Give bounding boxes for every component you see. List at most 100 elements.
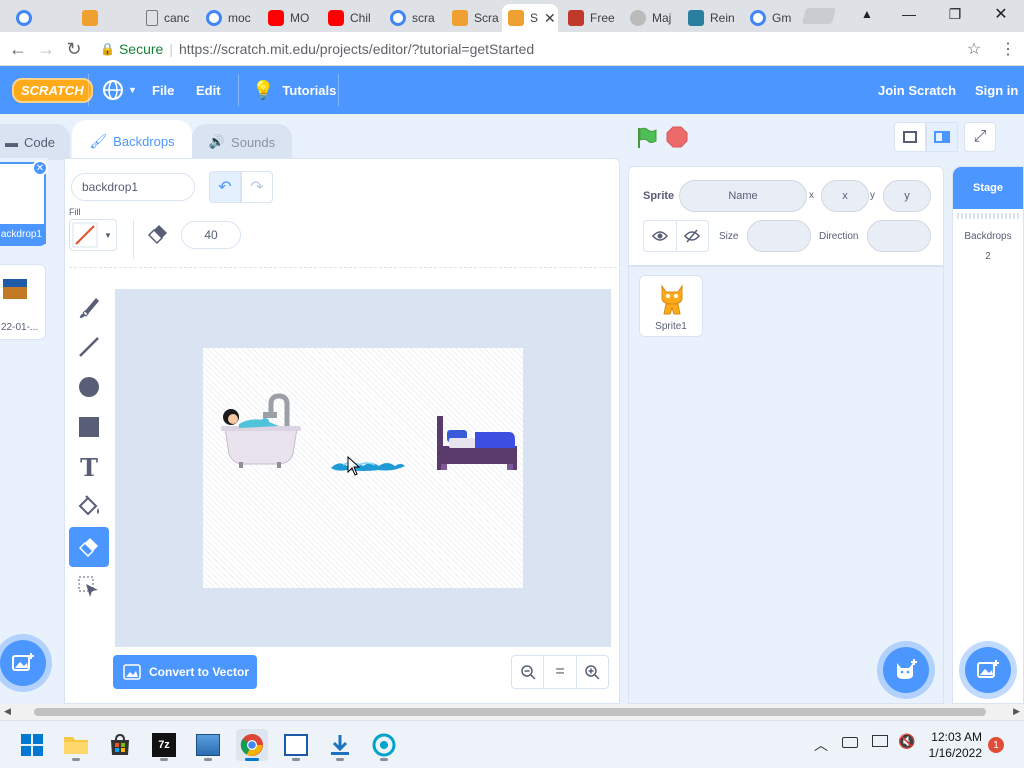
stage-title[interactable]: Stage (953, 167, 1023, 209)
language-menu[interactable]: ▼ (102, 66, 137, 114)
choose-sprite-button[interactable] (883, 647, 929, 693)
show-button[interactable] (644, 221, 677, 251)
join-scratch-link[interactable]: Join Scratch (878, 66, 956, 114)
paint-canvas[interactable] (203, 348, 523, 588)
browser-tab-active[interactable]: S ✕ (502, 4, 558, 32)
keyboard-icon[interactable] (842, 737, 858, 748)
back-button[interactable]: ← (6, 37, 30, 61)
scrollbar-thumb[interactable] (34, 708, 986, 716)
convert-to-vector-button[interactable]: Convert to Vector (113, 655, 257, 689)
tab-label: S (530, 11, 539, 25)
7zip-button[interactable]: 7z (148, 729, 180, 761)
app-button[interactable] (280, 729, 312, 761)
fill-tool[interactable] (69, 487, 109, 527)
maximize-button[interactable]: ❐ (932, 0, 978, 28)
hide-button[interactable] (677, 221, 709, 251)
browser-tab-4[interactable]: moc (200, 4, 258, 32)
rectangle-tool[interactable] (69, 407, 109, 447)
tab-backdrops[interactable]: 🖌 Backdrops (72, 120, 192, 162)
small-stage-button[interactable] (894, 122, 926, 152)
tab-label: Free (590, 11, 615, 25)
browser-tab-7[interactable]: scra (384, 4, 442, 32)
chrome-menu-icon[interactable]: ⋮ (996, 37, 1020, 61)
browser-tab-2[interactable] (76, 4, 134, 32)
text-tool[interactable]: T (69, 447, 109, 487)
browser-tab-11[interactable]: Maj (624, 4, 680, 32)
delete-backdrop-icon[interactable]: ✕ (32, 160, 48, 176)
reload-button[interactable]: ↻ (62, 37, 86, 61)
forward-button[interactable]: → (34, 37, 58, 61)
redo-button[interactable]: ↷ (241, 171, 273, 203)
tutorials-button[interactable]: 💡 Tutorials (252, 66, 336, 114)
edit-menu[interactable]: Edit (196, 66, 221, 114)
close-window-button[interactable]: ✕ (978, 0, 1024, 28)
browser-tab-12[interactable]: Rein (682, 4, 740, 32)
sign-in-link[interactable]: Sign in (975, 66, 1018, 114)
tab-label: Rein (710, 11, 735, 25)
tab-code[interactable]: ▬ Code (0, 124, 70, 160)
browser-tab-5[interactable]: MO (262, 4, 320, 32)
network-icon[interactable] (872, 735, 888, 747)
scroll-left-icon[interactable]: ◀ (4, 706, 11, 717)
undo-button[interactable]: ↶ (209, 171, 241, 203)
tray-chevron-up-icon[interactable]: ︿ (814, 735, 828, 755)
y-input[interactable]: y (883, 180, 931, 212)
volume-muted-icon[interactable]: 🔇 (898, 733, 915, 750)
size-input[interactable] (747, 220, 811, 252)
paint-canvas-area[interactable] (115, 289, 611, 647)
brush-tool[interactable] (69, 287, 109, 327)
fill-color-picker[interactable]: ▼ (69, 219, 117, 251)
new-tab-button[interactable] (801, 8, 837, 24)
choose-stage-backdrop-button[interactable] (965, 647, 1011, 693)
green-flag-button[interactable] (634, 126, 658, 153)
scroll-right-icon[interactable]: ▶ (1013, 706, 1020, 717)
eraser-size-input[interactable]: 40 (181, 221, 241, 249)
costume-name-input[interactable]: backdrop1 (71, 173, 195, 201)
browser-tab-13[interactable]: Gm (744, 4, 800, 32)
bookmark-star-icon[interactable]: ☆ (962, 37, 986, 61)
profile-icon[interactable]: ▲ (844, 0, 890, 28)
browser-tab-10[interactable]: Free (562, 4, 620, 32)
line-tool[interactable] (69, 327, 109, 367)
stop-button[interactable] (666, 126, 688, 151)
direction-input[interactable] (867, 220, 931, 252)
close-tab-icon[interactable]: ✕ (544, 10, 556, 27)
control-panel-button[interactable] (192, 729, 224, 761)
browser-tab-8[interactable]: Scra (446, 4, 500, 32)
normal-stage-button[interactable] (926, 122, 958, 152)
notification-badge[interactable]: 1 (988, 737, 1004, 753)
select-tool[interactable] (69, 567, 109, 607)
circle-tool[interactable] (69, 367, 109, 407)
choose-backdrop-button[interactable] (0, 640, 46, 686)
file-explorer-button[interactable] (60, 729, 92, 761)
horizontal-scrollbar[interactable]: ◀ ▶ (0, 704, 1024, 720)
eraser-tool[interactable] (69, 527, 109, 567)
zoom-out-button[interactable] (512, 656, 545, 688)
backdrop-item-selected[interactable]: ackdrop1 ✕ (0, 160, 48, 246)
add-sprite-cat-icon (897, 659, 917, 679)
backdrop-item[interactable]: 22-01-... (0, 264, 46, 340)
chrome-button[interactable] (236, 729, 268, 761)
browser-tab-3[interactable]: canc (140, 4, 198, 32)
store-button[interactable] (104, 729, 136, 761)
tab-sounds[interactable]: 🔊 Sounds (192, 124, 292, 160)
chevron-down-icon: ▼ (128, 85, 137, 95)
x-input[interactable]: x (821, 180, 869, 212)
browser-tab-6[interactable]: Chil (322, 4, 380, 32)
zoom-reset-button[interactable]: = (544, 656, 577, 688)
file-menu[interactable]: File (152, 66, 174, 114)
start-button[interactable] (16, 729, 48, 761)
address-bar[interactable]: 🔒 Secure | https://scratch.mit.edu/proje… (94, 35, 988, 63)
tab-label: Gm (772, 11, 792, 25)
zoom-out-icon (520, 665, 536, 680)
clock[interactable]: 12:03 AM 1/16/2022 (920, 729, 982, 761)
minimize-button[interactable]: — (886, 0, 932, 28)
zoom-in-button[interactable] (577, 656, 608, 688)
fullscreen-button[interactable]: ⤢ (964, 122, 996, 152)
sprite-name-input[interactable]: Name (679, 180, 807, 212)
scratch-logo[interactable]: SCRATCH (12, 66, 93, 114)
scratch-app-button[interactable] (368, 729, 400, 761)
downloads-button[interactable] (324, 729, 356, 761)
sprite-item[interactable]: Sprite1 (639, 275, 703, 337)
browser-tab-1[interactable] (10, 4, 68, 32)
